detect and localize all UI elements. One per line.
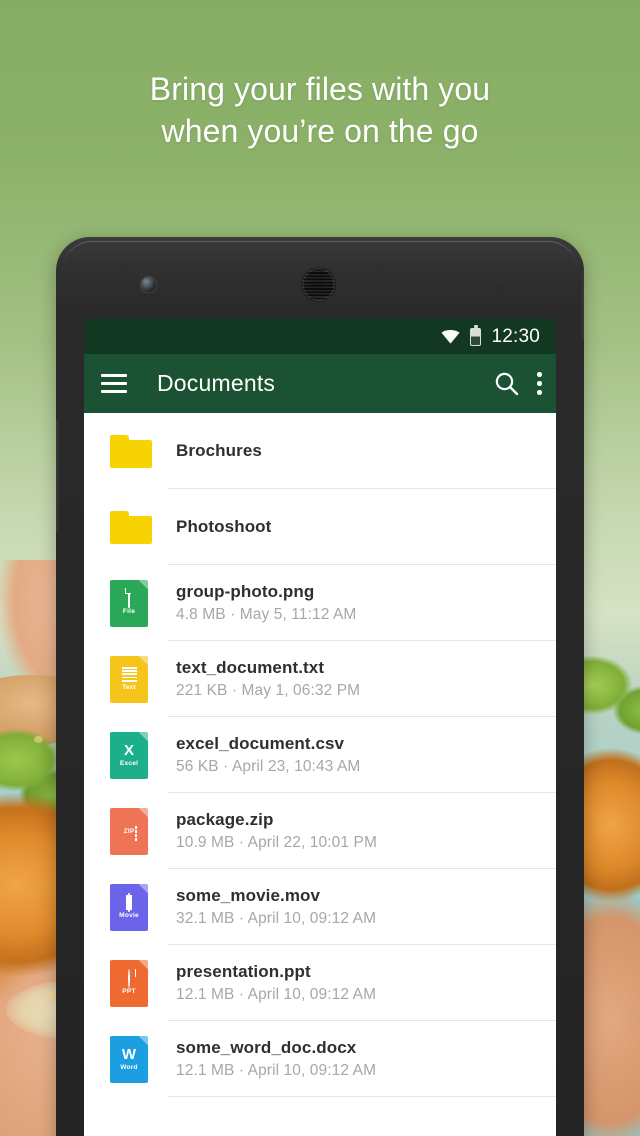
file-type-icon: ZIP bbox=[110, 807, 148, 855]
file-icon-wrap: Movie bbox=[110, 883, 168, 931]
file-item-texts: Brochures bbox=[168, 440, 262, 462]
file-meta: 221 KB · May 1, 06:32 PM bbox=[176, 681, 361, 699]
file-name: some_movie.mov bbox=[176, 885, 321, 905]
file-list-item[interactable]: Photoshoot bbox=[84, 489, 556, 565]
phone-device-mockup: 12:30 Documents Brochures Photoshoot Fil… bbox=[56, 237, 584, 1136]
file-type-icon: X Excel bbox=[110, 731, 148, 779]
file-name: excel_document.csv bbox=[176, 733, 345, 753]
file-name: presentation.ppt bbox=[176, 961, 311, 981]
file-item-texts: text_document.txt 221 KB · May 1, 06:32 P… bbox=[168, 657, 360, 702]
file-list-item[interactable]: Movie some_movie.mov 32.1 MB · April 10, 0… bbox=[84, 869, 556, 945]
battery-icon bbox=[470, 325, 482, 346]
file-item-texts: presentation.ppt 12.1 MB · April 10, 09:1… bbox=[168, 961, 376, 1006]
file-name: text_document.txt bbox=[176, 657, 325, 677]
file-name: some_word_doc.docx bbox=[176, 1037, 357, 1057]
status-bar-clock: 12:30 bbox=[491, 325, 540, 347]
volume-button[interactable] bbox=[56, 420, 59, 532]
file-item-texts: some_movie.mov 32.1 MB · April 10, 09:12 … bbox=[168, 885, 376, 930]
power-button[interactable] bbox=[581, 259, 584, 339]
app-bar-actions bbox=[494, 371, 542, 396]
wifi-icon bbox=[441, 329, 461, 344]
file-icon-wrap: ZIP bbox=[110, 807, 168, 855]
file-list-item[interactable]: ZIP package.zip 10.9 MB · April 22, 10:01 … bbox=[84, 793, 556, 869]
file-icon-wrap: W Word bbox=[110, 1035, 168, 1083]
file-type-icon: File bbox=[110, 579, 148, 627]
file-name: group-photo.png bbox=[176, 581, 315, 601]
folder-icon bbox=[110, 510, 152, 544]
file-list-item[interactable]: Text text_document.txt 221 KB · May 1, 06:… bbox=[84, 641, 556, 717]
headline-line-1: Bring your files with you bbox=[149, 71, 491, 107]
file-meta: 12.1 MB · April 10, 09:12 AM bbox=[176, 1061, 377, 1079]
file-item-texts: Photoshoot bbox=[168, 516, 271, 538]
file-meta: 4.8 MB · May 5, 11:12 AM bbox=[176, 605, 357, 623]
file-icon-wrap: X Excel bbox=[110, 731, 168, 779]
file-icon-wrap bbox=[110, 510, 168, 544]
file-name: package.zip bbox=[176, 809, 274, 829]
file-item-texts: some_word_doc.docx 12.1 MB · April 10, 09… bbox=[168, 1037, 376, 1082]
page-title: Documents bbox=[157, 370, 276, 396]
file-list-item[interactable]: X Excel excel_document.csv 56 KB · April 23… bbox=[84, 717, 556, 793]
status-bar: 12:30 bbox=[84, 319, 556, 354]
file-type-icon: Text bbox=[110, 655, 148, 703]
file-list-item[interactable]: PPT presentation.ppt 12.1 MB · April 10, 0… bbox=[84, 945, 556, 1021]
earpiece-speaker-icon bbox=[302, 268, 335, 301]
file-meta: 10.9 MB · April 22, 10:01 PM bbox=[176, 833, 377, 851]
overflow-menu-icon[interactable] bbox=[537, 372, 542, 395]
hamburger-menu-icon[interactable] bbox=[101, 374, 127, 393]
crumb bbox=[34, 736, 43, 743]
file-icon-wrap: Text bbox=[110, 655, 168, 703]
file-meta: 56 KB · April 23, 10:43 AM bbox=[176, 757, 361, 775]
app-bar: Documents bbox=[84, 354, 556, 413]
file-list-item[interactable]: Brochures bbox=[84, 413, 556, 489]
crumb bbox=[46, 992, 55, 999]
file-name: Brochures bbox=[176, 441, 262, 460]
file-type-icon: Movie bbox=[110, 883, 148, 931]
file-name: Photoshoot bbox=[176, 517, 272, 536]
folder-icon bbox=[110, 434, 152, 468]
front-camera-icon bbox=[141, 277, 156, 292]
file-list-item[interactable]: W Word some_word_doc.docx 12.1 MB · April 1… bbox=[84, 1021, 556, 1097]
promo-headline: Bring your files with you when you’re on… bbox=[0, 68, 640, 152]
file-type-icon: PPT bbox=[110, 959, 148, 1007]
file-meta: 32.1 MB · April 10, 09:12 AM bbox=[176, 909, 377, 927]
file-meta: 12.1 MB · April 10, 09:12 AM bbox=[176, 985, 377, 1003]
file-icon-wrap: PPT bbox=[110, 959, 168, 1007]
file-item-texts: excel_document.csv 56 KB · April 23, 10:4… bbox=[168, 733, 360, 778]
file-list[interactable]: Brochures Photoshoot File group-photo.png 4.… bbox=[84, 413, 556, 1097]
search-icon[interactable] bbox=[494, 371, 519, 396]
bezel-highlight bbox=[62, 241, 578, 271]
file-list-item[interactable]: File group-photo.png 4.8 MB · May 5, 11:12… bbox=[84, 565, 556, 641]
headline-line-2: when you’re on the go bbox=[161, 113, 479, 149]
file-icon-wrap bbox=[110, 434, 168, 468]
phone-screen: 12:30 Documents Brochures Photoshoot Fil… bbox=[84, 319, 556, 1136]
file-icon-wrap: File bbox=[110, 579, 168, 627]
file-item-texts: package.zip 10.9 MB · April 22, 10:01 PM bbox=[168, 809, 377, 854]
file-item-texts: group-photo.png 4.8 MB · May 5, 11:12 AM bbox=[168, 581, 356, 626]
proximity-sensor-icon bbox=[496, 284, 502, 290]
file-type-icon: W Word bbox=[110, 1035, 148, 1083]
list-divider bbox=[168, 1096, 556, 1097]
